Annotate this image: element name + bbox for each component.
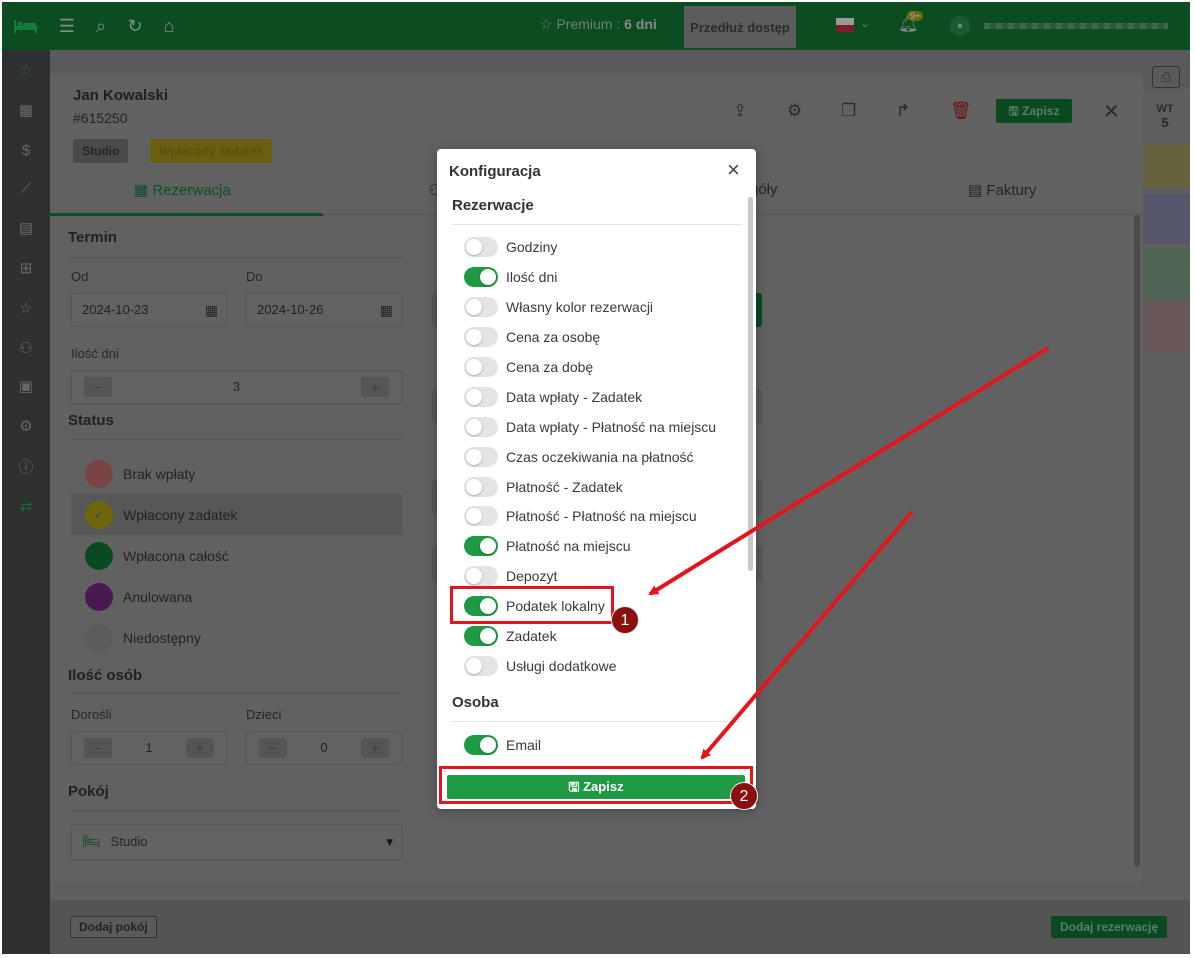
annotation-arrows [648,346,1050,760]
arrow-2 [700,510,914,760]
arrow-1 [648,346,1050,596]
screenshot: ☰ ⌕ ↻ ⌂ ☆ Premium : 6 dni Przedłuż dostę… [2,2,1190,954]
